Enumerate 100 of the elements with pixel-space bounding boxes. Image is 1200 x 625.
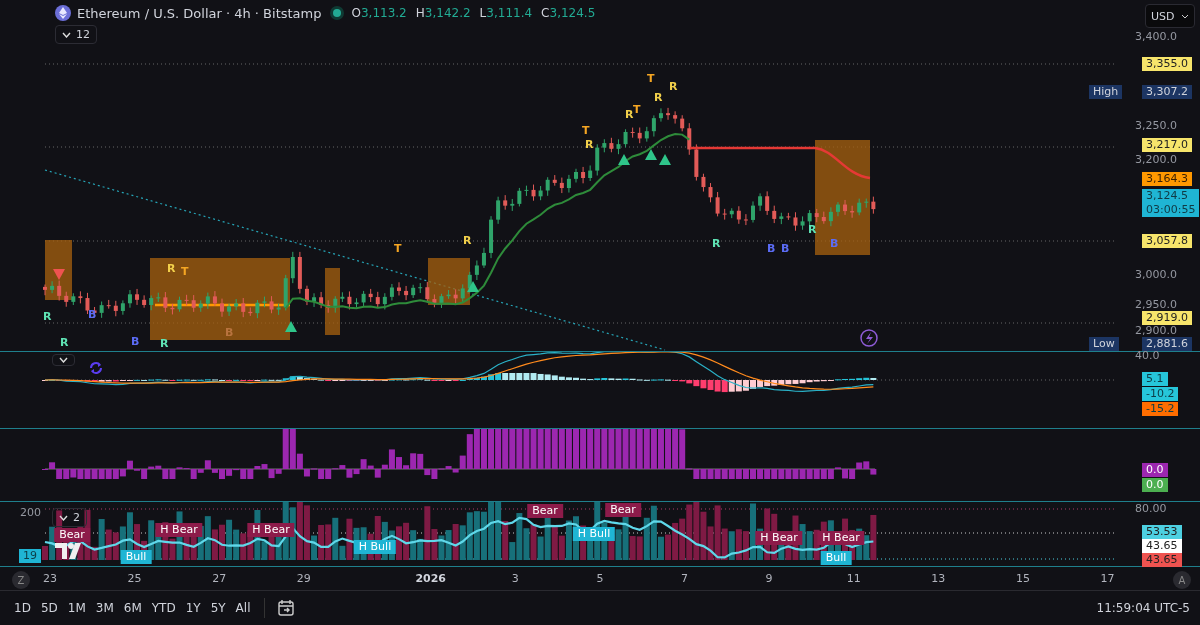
price-tick: 3,200.0 [1135, 153, 1177, 167]
lightning-icon[interactable] [860, 329, 878, 347]
divergence-label: Bear [54, 528, 90, 542]
time-tick: 13 [931, 572, 946, 585]
range-button[interactable]: All [231, 598, 255, 618]
value-label: -15.2 [1142, 402, 1179, 416]
signal-label: R [585, 138, 594, 152]
price-label: 3,124.5 [1146, 189, 1189, 203]
divergence-label: H Bear [817, 531, 865, 545]
time-tick: 27 [212, 572, 227, 585]
range-button[interactable]: 5Y [206, 598, 230, 618]
price-label: 2,881.6 [1142, 337, 1192, 351]
time-tick: 17 [1100, 572, 1115, 585]
price-label: 3,217.0 [1142, 138, 1192, 152]
logo-icon [55, 543, 81, 559]
triangle-up-icon [645, 149, 657, 160]
ethereum-icon [55, 5, 71, 21]
time-tick: 5 [596, 572, 604, 585]
divergence-label: Bear [527, 504, 563, 518]
value-label: 43.65 [1142, 539, 1182, 553]
value-label: 0.0 [1142, 478, 1168, 492]
range-button[interactable]: 1D [10, 598, 35, 618]
range-button[interactable]: 3M [91, 598, 118, 618]
divergence-label: H Bear [155, 523, 203, 537]
axis-tick: 40.0 [1135, 349, 1160, 363]
time-tick: 9 [765, 572, 773, 585]
price-extreme-label: Low [1089, 337, 1119, 351]
countdown-label: 03:00:55 [1146, 203, 1196, 217]
ohlc-value: 3,111.4 [486, 6, 533, 20]
price-tick: 3,000.0 [1135, 268, 1177, 282]
signal-label: R [160, 337, 169, 351]
time-tick: 3 [511, 572, 519, 585]
price-extreme-label: High [1089, 85, 1123, 99]
price-label: 2,919.0 [1142, 311, 1192, 325]
signal-label: R [654, 91, 663, 105]
signal-label: R [669, 80, 678, 94]
time-tick: 11 [846, 572, 861, 585]
signal-label: R [625, 108, 634, 122]
signal-label: B [767, 242, 776, 256]
clock-label: 11:59:04 UTC-5 [1096, 601, 1190, 615]
time-tick: 2026 [415, 572, 446, 585]
currency-select[interactable]: USD [1145, 4, 1195, 28]
ohlc-label: C [541, 6, 550, 20]
axis-tick: 200 [20, 506, 41, 519]
range-button[interactable]: YTD [147, 598, 180, 618]
signal-label: T [181, 265, 189, 279]
price-label: 3,307.2 [1142, 85, 1192, 99]
caret-icon [59, 514, 68, 521]
price-tick: 2,900.0 [1135, 324, 1177, 338]
time-tick: 23 [43, 572, 57, 585]
range-button[interactable]: 1M [63, 598, 90, 618]
divergence-label: H Bull [353, 540, 397, 554]
triangle-up-icon [659, 154, 671, 165]
value-label: 0.0 [1142, 463, 1168, 477]
signal-label: R [60, 336, 69, 350]
triangle-down-icon [53, 269, 65, 280]
ohlc-label: H [415, 6, 425, 20]
caret-icon [62, 31, 71, 38]
ohlc-label: O [351, 6, 361, 20]
caret-icon [1181, 13, 1189, 19]
ohlc-value: 3,142.2 [424, 6, 471, 20]
signal-label: R [808, 223, 817, 237]
time-tick: 7 [681, 572, 688, 585]
axis-tick: 80.00 [1135, 502, 1167, 516]
signal-label: R [43, 310, 52, 324]
ohlc-value: 3,113.2 [360, 6, 407, 20]
triangle-up-icon [467, 281, 479, 292]
value-label: 19 [19, 549, 41, 563]
divergence-label: Bear [605, 503, 641, 517]
range-button[interactable]: 1Y [181, 598, 205, 618]
signal-label: R [167, 262, 176, 276]
signal-label: T [394, 242, 402, 256]
symbol-title[interactable]: Ethereum / U.S. Dollar · 4h · Bitstamp [77, 5, 322, 21]
signal-label: T [582, 124, 590, 138]
pane-toggle[interactable] [52, 354, 75, 366]
range-button[interactable]: 5D [36, 598, 62, 618]
triangle-up-icon [285, 321, 297, 332]
divergence-label: Bull [820, 551, 852, 565]
time-tick: 29 [296, 572, 311, 585]
value-label: -10.2 [1142, 387, 1179, 401]
signal-label: R [712, 237, 721, 251]
signal-label: B [830, 237, 839, 251]
indicators-toggle[interactable]: 12 [55, 25, 97, 44]
signal-label: T [633, 103, 641, 116]
divergence-label: H Bear [755, 531, 803, 545]
signal-label: B [131, 335, 140, 349]
time-tick: 15 [1015, 572, 1030, 585]
refresh-icon[interactable] [89, 361, 103, 375]
value-label: 53.53 [1142, 525, 1182, 539]
time-tick: 25 [127, 572, 142, 585]
price-tick: 3,400.0 [1135, 30, 1177, 44]
triangle-up-icon [618, 154, 630, 165]
price-label: 3,164.3 [1142, 172, 1192, 186]
signal-label: T [647, 72, 655, 86]
scale-button[interactable]: Z [12, 571, 30, 589]
range-button[interactable]: 6M [119, 598, 146, 618]
divergence-label: H Bear [247, 523, 295, 537]
value-label: 43.65 [1142, 553, 1182, 567]
pane-toggle[interactable]: 2 [52, 508, 87, 527]
scale-button[interactable]: A [1173, 571, 1191, 589]
